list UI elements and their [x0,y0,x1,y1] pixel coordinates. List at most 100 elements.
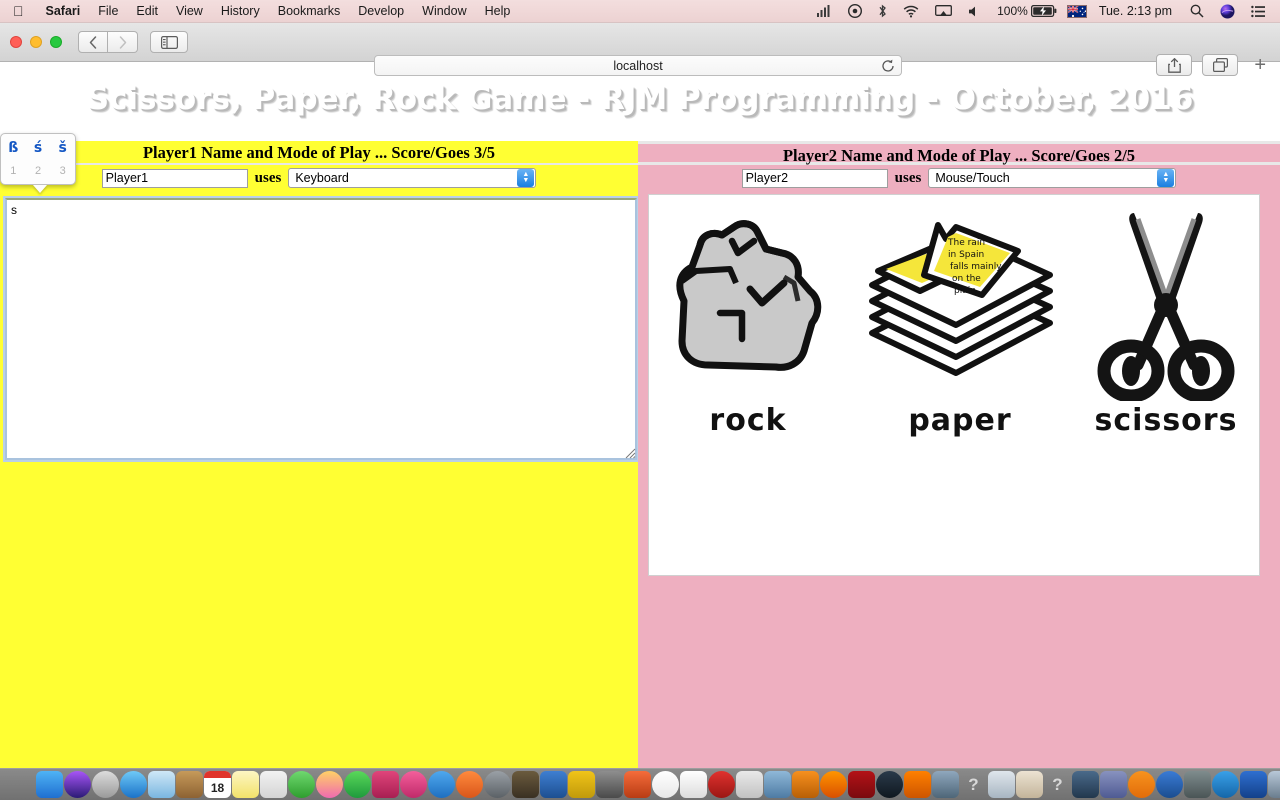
player2-name-input[interactable] [741,168,888,188]
dock-item-image-capture[interactable] [764,771,791,798]
back-button[interactable] [78,31,108,53]
dock-item-reminders[interactable] [260,771,287,798]
dock-item-itunes[interactable] [400,771,427,798]
player1-heading: Player1 Name and Mode of Play ... Score/… [0,141,638,165]
paper-icon: The rain in Spain falls mainly on the pl… [869,222,1053,376]
dropbox-icon[interactable] [840,4,870,18]
menu-item-bookmarks[interactable]: Bookmarks [269,4,350,18]
player1-mode-select[interactable]: Keyboard ▲ ▼ [288,168,537,188]
player2-mode-value: Mouse/Touch [935,171,1010,185]
share-icon[interactable] [1156,54,1193,76]
notification-center-icon[interactable] [1243,5,1274,18]
dock-item-quicktime[interactable] [596,771,623,798]
dock-item-siri[interactable] [64,771,91,798]
siri-icon[interactable] [1212,4,1243,19]
dock-item-notes[interactable] [232,771,259,798]
dock-item-wireshark[interactable] [1184,771,1211,798]
player1-textarea[interactable] [3,196,639,462]
dock-item-contacts[interactable] [176,771,203,798]
menu-item-view[interactable]: View [167,4,212,18]
dock-item-screen-share[interactable] [932,771,959,798]
accent-char-3[interactable]: š [50,140,75,156]
choice-scissors[interactable]: scissors [1086,205,1246,438]
address-bar[interactable]: localhost [374,55,902,76]
dock-item-avast[interactable] [792,771,819,798]
bluetooth-icon[interactable] [870,4,895,18]
dock-item-image-viewer[interactable] [1268,771,1280,798]
dock-item-launchpad[interactable] [92,771,119,798]
volume-icon[interactable] [960,5,989,18]
dock-item-safari[interactable] [120,771,147,798]
dock-item-coda[interactable] [568,771,595,798]
dock-item-addressbook-edit[interactable] [1016,771,1043,798]
dock-item-paintbrush[interactable] [624,771,651,798]
menu-item-window[interactable]: Window [413,4,475,18]
sidebar-toggle-icon[interactable] [150,31,188,53]
paper-note-line-3: falls mainly [950,262,1002,272]
dock-item-photos[interactable] [316,771,343,798]
paper-note-line-2: in Spain [948,250,984,260]
choice-paper[interactable]: The rain in Spain falls mainly on the pl… [860,205,1060,438]
apple-logo-icon[interactable]:  [0,4,37,18]
player1-name-input[interactable] [101,168,248,188]
dock-item-filezilla[interactable] [848,771,875,798]
dock-item-quicksilver[interactable] [876,771,903,798]
zoom-button[interactable] [50,36,62,48]
dock-item-xampp[interactable] [1128,771,1155,798]
spotlight-search-icon[interactable] [1182,4,1212,18]
choice-rock[interactable]: rock [662,205,834,438]
dock-item-visual-studio[interactable] [1240,771,1267,798]
dock-item-app-store[interactable] [428,771,455,798]
dock-item-finder[interactable] [36,771,63,798]
battery-percentage: 100% [997,4,1028,18]
dock-item-chrome[interactable] [652,771,679,798]
airplay-icon[interactable] [927,4,960,18]
dock-item-facetime[interactable] [288,771,315,798]
player2-mode-select[interactable]: Mouse/Touch ▲ ▼ [928,168,1177,188]
forward-button[interactable] [108,31,138,53]
minimize-button[interactable] [30,36,42,48]
australia-flag-icon[interactable] [1059,4,1095,18]
dock-item-blue-app[interactable] [1212,771,1239,798]
accent-char-1[interactable]: ß [1,140,26,156]
dock-item-calendar[interactable]: 18 [204,771,231,798]
show-all-tabs-icon[interactable] [1202,54,1239,76]
menu-item-file[interactable]: File [89,4,127,18]
dock-item-preview[interactable] [736,771,763,798]
dock-item-textedit[interactable] [680,771,707,798]
dock-item-package[interactable] [988,771,1015,798]
menu-item-help[interactable]: Help [476,4,520,18]
dock-item-php[interactable] [1100,771,1127,798]
accent-number-3: 3 [59,165,66,177]
player1-controls: uses Keyboard ▲▼ [0,165,638,191]
menu-item-safari[interactable]: Safari [37,4,90,18]
safari-toolbar: localhost + [0,23,1280,76]
new-tab-button[interactable]: + [1248,55,1272,75]
dock-item-virtualbox[interactable] [1072,771,1099,798]
menu-item-develop[interactable]: Develop [349,4,413,18]
wifi-icon[interactable] [895,5,927,18]
dock-item-firefox[interactable] [820,771,847,798]
dock-item-system-preferences[interactable] [484,771,511,798]
dock-item-xcode[interactable] [540,771,567,798]
wifi-signal-icon[interactable] [809,4,840,18]
menu-bar-clock[interactable]: Tue. 2:13 pm [1095,4,1182,18]
web-page-content: Scissors, Paper, Rock Game - RJM Program… [0,62,1280,768]
dock-item-dreamweaver[interactable] [1156,771,1183,798]
dock-item-opera[interactable] [708,771,735,798]
dock-item-gimp[interactable] [512,771,539,798]
menu-item-edit[interactable]: Edit [127,4,167,18]
accent-character-popup[interactable]: ß ś š 1 2 3 [0,133,76,193]
menu-item-history[interactable]: History [212,4,269,18]
dock-item-itunes-store[interactable] [372,771,399,798]
dock-item-unknown-app-2[interactable]: ? [1044,771,1071,798]
dock-item-vlc[interactable] [904,771,931,798]
reload-icon[interactable] [881,59,895,73]
dock-item-mail[interactable] [148,771,175,798]
chevron-updown-icon: ▲ ▼ [1157,169,1175,187]
dock-item-unknown-app-1[interactable]: ? [960,771,987,798]
accent-char-2[interactable]: ś [26,140,51,156]
close-button[interactable] [10,36,22,48]
dock-item-ibooks[interactable] [456,771,483,798]
dock-item-messages[interactable] [344,771,371,798]
